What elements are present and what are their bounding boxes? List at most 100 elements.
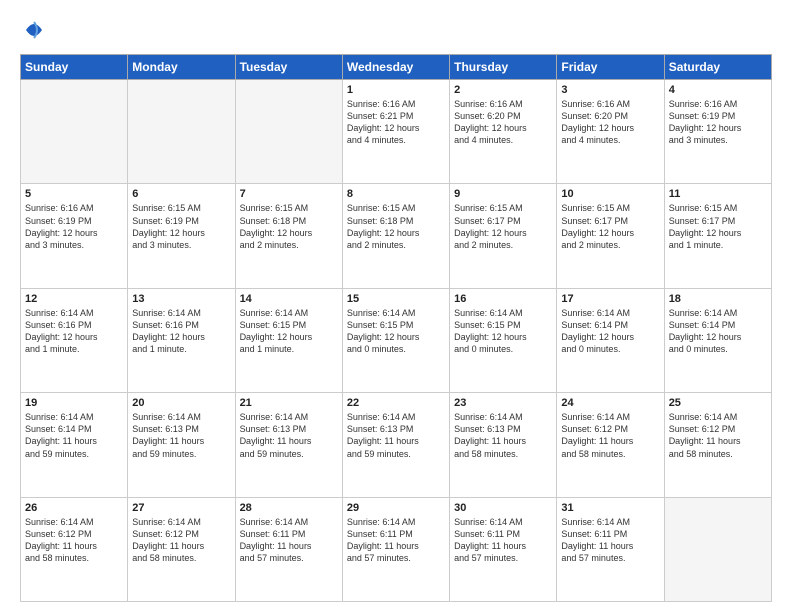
day-info: Sunrise: 6:14 AM Sunset: 6:11 PM Dayligh…: [561, 516, 659, 565]
calendar-day-5: 5 Sunrise: 6:16 AM Sunset: 6:19 PM Daylig…: [21, 184, 128, 288]
day-number: 15: [347, 293, 445, 305]
calendar-empty-cell: [128, 80, 235, 184]
calendar-day-1: 1Sunrise: 6:16 AM Sunset: 6:21 PM Daylig…: [342, 80, 449, 184]
day-info: Sunrise: 6:14 AM Sunset: 6:14 PM Dayligh…: [669, 307, 767, 356]
weekday-header-monday: Monday: [128, 55, 235, 80]
day-number: 13: [132, 293, 230, 305]
day-info: Sunrise: 6:15 AM Sunset: 6:17 PM Dayligh…: [669, 202, 767, 251]
weekday-header-friday: Friday: [557, 55, 664, 80]
day-number: 5: [25, 188, 123, 200]
calendar-week-2: 12 Sunrise: 6:14 AM Sunset: 6:16 PM Dayli…: [21, 288, 772, 392]
calendar-week-3: 19Sunrise: 6:14 AM Sunset: 6:14 PM Dayli…: [21, 393, 772, 497]
calendar-empty-cell: [21, 80, 128, 184]
day-info: Sunrise: 6:14 AM Sunset: 6:14 PM Dayligh…: [561, 307, 659, 356]
day-number: 19: [25, 397, 123, 409]
calendar-day-17: 17 Sunrise: 6:14 AM Sunset: 6:14 PM Dayli…: [557, 288, 664, 392]
page: SundayMondayTuesdayWednesdayThursdayFrid…: [0, 0, 792, 612]
calendar-day-20: 20 Sunrise: 6:14 AM Sunset: 6:13 PM Dayli…: [128, 393, 235, 497]
day-number: 16: [454, 293, 552, 305]
day-info: Sunrise: 6:16 AM Sunset: 6:19 PM Dayligh…: [25, 202, 123, 251]
weekday-header-sunday: Sunday: [21, 55, 128, 80]
day-info: Sunrise: 6:14 AM Sunset: 6:12 PM Dayligh…: [132, 516, 230, 565]
weekday-header-saturday: Saturday: [664, 55, 771, 80]
calendar-day-4: 4 Sunrise: 6:16 AM Sunset: 6:19 PM Daylig…: [664, 80, 771, 184]
day-info: Sunrise: 6:14 AM Sunset: 6:11 PM Dayligh…: [454, 516, 552, 565]
day-info: Sunrise: 6:14 AM Sunset: 6:15 PM Dayligh…: [347, 307, 445, 356]
calendar-day-23: 23Sunrise: 6:14 AM Sunset: 6:13 PM Dayli…: [450, 393, 557, 497]
calendar-day-31: 31 Sunrise: 6:14 AM Sunset: 6:11 PM Dayli…: [557, 497, 664, 601]
day-number: 31: [561, 502, 659, 514]
day-number: 24: [561, 397, 659, 409]
day-info: Sunrise: 6:15 AM Sunset: 6:19 PM Dayligh…: [132, 202, 230, 251]
day-number: 28: [240, 502, 338, 514]
day-number: 18: [669, 293, 767, 305]
calendar-day-3: 3 Sunrise: 6:16 AM Sunset: 6:20 PM Daylig…: [557, 80, 664, 184]
weekday-header-wednesday: Wednesday: [342, 55, 449, 80]
calendar-day-21: 21 Sunrise: 6:14 AM Sunset: 6:13 PM Dayli…: [235, 393, 342, 497]
day-info: Sunrise: 6:14 AM Sunset: 6:11 PM Dayligh…: [347, 516, 445, 565]
calendar-day-28: 28Sunrise: 6:14 AM Sunset: 6:11 PM Dayli…: [235, 497, 342, 601]
calendar-day-24: 24 Sunrise: 6:14 AM Sunset: 6:12 PM Dayli…: [557, 393, 664, 497]
calendar-day-6: 6 Sunrise: 6:15 AM Sunset: 6:19 PM Daylig…: [128, 184, 235, 288]
day-info: Sunrise: 6:14 AM Sunset: 6:12 PM Dayligh…: [561, 411, 659, 460]
calendar-day-16: 16Sunrise: 6:14 AM Sunset: 6:15 PM Dayli…: [450, 288, 557, 392]
day-number: 4: [669, 84, 767, 96]
day-number: 14: [240, 293, 338, 305]
calendar-week-0: 1Sunrise: 6:16 AM Sunset: 6:21 PM Daylig…: [21, 80, 772, 184]
day-info: Sunrise: 6:14 AM Sunset: 6:12 PM Dayligh…: [25, 516, 123, 565]
logo-icon: [24, 16, 44, 44]
day-number: 27: [132, 502, 230, 514]
day-info: Sunrise: 6:15 AM Sunset: 6:17 PM Dayligh…: [454, 202, 552, 251]
day-info: Sunrise: 6:14 AM Sunset: 6:13 PM Dayligh…: [132, 411, 230, 460]
calendar-day-14: 14 Sunrise: 6:14 AM Sunset: 6:15 PM Dayli…: [235, 288, 342, 392]
day-number: 25: [669, 397, 767, 409]
day-number: 30: [454, 502, 552, 514]
day-number: 12: [25, 293, 123, 305]
calendar-day-29: 29 Sunrise: 6:14 AM Sunset: 6:11 PM Dayli…: [342, 497, 449, 601]
calendar-week-4: 26 Sunrise: 6:14 AM Sunset: 6:12 PM Dayli…: [21, 497, 772, 601]
calendar-day-19: 19Sunrise: 6:14 AM Sunset: 6:14 PM Dayli…: [21, 393, 128, 497]
calendar-day-2: 2 Sunrise: 6:16 AM Sunset: 6:20 PM Daylig…: [450, 80, 557, 184]
day-number: 26: [25, 502, 123, 514]
day-number: 9: [454, 188, 552, 200]
day-info: Sunrise: 6:16 AM Sunset: 6:20 PM Dayligh…: [454, 98, 552, 147]
calendar-day-26: 26 Sunrise: 6:14 AM Sunset: 6:12 PM Dayli…: [21, 497, 128, 601]
calendar-day-10: 10 Sunrise: 6:15 AM Sunset: 6:17 PM Dayli…: [557, 184, 664, 288]
calendar-day-8: 8Sunrise: 6:15 AM Sunset: 6:18 PM Daylig…: [342, 184, 449, 288]
calendar-day-22: 22 Sunrise: 6:14 AM Sunset: 6:13 PM Dayli…: [342, 393, 449, 497]
day-number: 20: [132, 397, 230, 409]
day-number: 10: [561, 188, 659, 200]
day-number: 11: [669, 188, 767, 200]
weekday-header-row: SundayMondayTuesdayWednesdayThursdayFrid…: [21, 55, 772, 80]
day-info: Sunrise: 6:14 AM Sunset: 6:13 PM Dayligh…: [240, 411, 338, 460]
day-info: Sunrise: 6:15 AM Sunset: 6:17 PM Dayligh…: [561, 202, 659, 251]
logo: [20, 16, 44, 44]
calendar-day-13: 13 Sunrise: 6:14 AM Sunset: 6:16 PM Dayli…: [128, 288, 235, 392]
day-number: 21: [240, 397, 338, 409]
day-info: Sunrise: 6:16 AM Sunset: 6:21 PM Dayligh…: [347, 98, 445, 147]
day-info: Sunrise: 6:14 AM Sunset: 6:15 PM Dayligh…: [240, 307, 338, 356]
day-number: 8: [347, 188, 445, 200]
day-number: 7: [240, 188, 338, 200]
day-info: Sunrise: 6:16 AM Sunset: 6:19 PM Dayligh…: [669, 98, 767, 147]
calendar-table: SundayMondayTuesdayWednesdayThursdayFrid…: [20, 54, 772, 602]
day-info: Sunrise: 6:14 AM Sunset: 6:16 PM Dayligh…: [25, 307, 123, 356]
calendar-day-11: 11 Sunrise: 6:15 AM Sunset: 6:17 PM Dayli…: [664, 184, 771, 288]
day-info: Sunrise: 6:14 AM Sunset: 6:13 PM Dayligh…: [454, 411, 552, 460]
day-info: Sunrise: 6:14 AM Sunset: 6:13 PM Dayligh…: [347, 411, 445, 460]
day-number: 6: [132, 188, 230, 200]
day-number: 22: [347, 397, 445, 409]
day-info: Sunrise: 6:14 AM Sunset: 6:12 PM Dayligh…: [669, 411, 767, 460]
day-number: 3: [561, 84, 659, 96]
day-info: Sunrise: 6:14 AM Sunset: 6:16 PM Dayligh…: [132, 307, 230, 356]
calendar-day-27: 27 Sunrise: 6:14 AM Sunset: 6:12 PM Dayli…: [128, 497, 235, 601]
day-info: Sunrise: 6:15 AM Sunset: 6:18 PM Dayligh…: [240, 202, 338, 251]
calendar-week-1: 5 Sunrise: 6:16 AM Sunset: 6:19 PM Daylig…: [21, 184, 772, 288]
day-number: 17: [561, 293, 659, 305]
day-info: Sunrise: 6:16 AM Sunset: 6:20 PM Dayligh…: [561, 98, 659, 147]
day-number: 2: [454, 84, 552, 96]
calendar-day-7: 7 Sunrise: 6:15 AM Sunset: 6:18 PM Daylig…: [235, 184, 342, 288]
calendar-day-30: 30 Sunrise: 6:14 AM Sunset: 6:11 PM Dayli…: [450, 497, 557, 601]
day-number: 29: [347, 502, 445, 514]
calendar-day-9: 9 Sunrise: 6:15 AM Sunset: 6:17 PM Daylig…: [450, 184, 557, 288]
